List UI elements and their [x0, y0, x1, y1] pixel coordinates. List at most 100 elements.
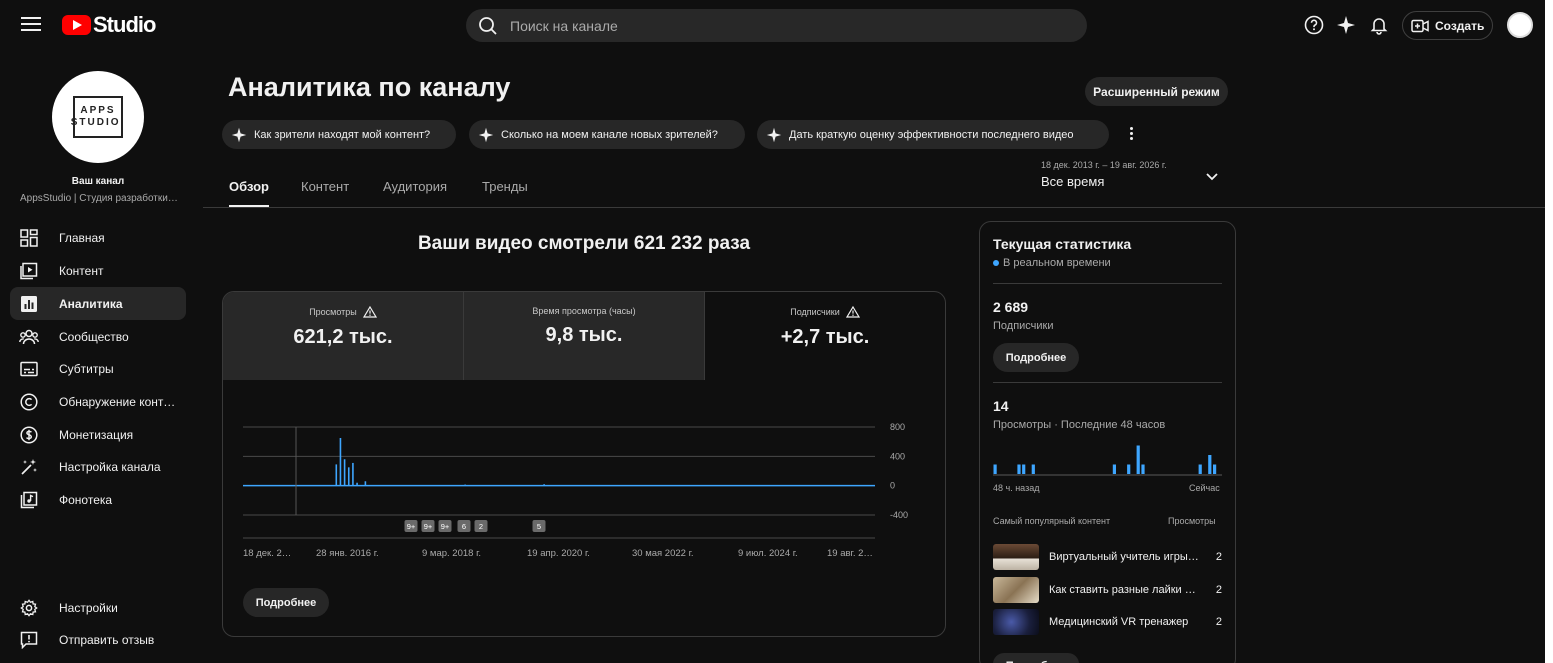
window-edge	[1545, 0, 1553, 663]
y-tick-label: 0	[890, 481, 895, 491]
timeline-marker-label: 9+	[424, 522, 433, 531]
timeline-marker-label: 2	[479, 522, 483, 531]
sidebar-item-audio-library[interactable]: Фонотека	[10, 483, 186, 516]
x-tick-label: 9 июл. 2024 г.	[738, 548, 798, 559]
page-title: Аналитика по каналу	[228, 72, 511, 102]
metric-subscribers[interactable]: Подписчики +2,7 тыс.	[705, 292, 945, 380]
sidebar-item-label: Фонотека	[59, 492, 113, 507]
audio-library-icon	[19, 490, 39, 510]
tab-content[interactable]: Контент	[301, 179, 349, 207]
metric-label: Просмотры	[309, 307, 357, 317]
metric-value: +2,7 тыс.	[780, 326, 870, 348]
realtime-title: Текущая статистика	[993, 236, 1132, 252]
sidebar-item-label: Контент	[59, 263, 104, 278]
community-icon	[19, 327, 39, 347]
channel-logo: APPS STUDIO.	[71, 96, 123, 138]
y-tick-label: -400	[890, 510, 908, 520]
realtime-bar	[993, 464, 997, 474]
create-button[interactable]: Создать	[1402, 11, 1493, 40]
sidebar-item-content[interactable]: Контент	[10, 254, 186, 287]
tab-trends[interactable]: Тренды	[482, 179, 528, 207]
sidebar-item-label: Обнаружение контента	[59, 394, 181, 409]
realtime-live-indicator: В реальном времени	[993, 257, 1111, 269]
sidebar-item-subtitles[interactable]: Субтитры	[10, 352, 186, 385]
overview-more-button[interactable]: Подробнее	[243, 588, 329, 617]
realtime-axis-right: Сейчас	[1189, 483, 1220, 493]
metric-watch-time[interactable]: Время просмотра (часы) 9,8 тыс.	[464, 292, 705, 380]
help-icon[interactable]	[1303, 14, 1325, 36]
top-content-item[interactable]: Виртуальный учитель игры на фортепиано 2	[993, 543, 1222, 571]
youtube-studio-logo[interactable]: Studio	[62, 12, 156, 37]
metric-value: 621,2 тыс.	[293, 326, 393, 348]
sidebar-item-label: Отправить отзыв	[59, 632, 155, 647]
realtime-bar	[1112, 464, 1116, 474]
logo-text: Studio	[93, 12, 156, 37]
tab-audience[interactable]: Аудитория	[383, 179, 447, 207]
realtime-views-value: 14	[993, 398, 1009, 414]
top-content-item[interactable]: Как ставить разные лайки в Facebook 2	[993, 576, 1222, 604]
sidebar-item-customization[interactable]: Настройка канала	[10, 450, 186, 483]
create-label: Создать	[1435, 18, 1485, 33]
sidebar-item-monetization[interactable]: Монетизация	[10, 418, 186, 451]
channel-logo-line1: APPS	[80, 105, 116, 116]
warning-icon	[845, 306, 860, 318]
realtime-axis-left: 48 ч. назад	[993, 483, 1040, 493]
suggestion-chip-discovery[interactable]: Как зрители находят мой контент?	[222, 120, 456, 149]
menu-icon[interactable]	[20, 14, 42, 36]
youtube-play-icon	[62, 15, 91, 35]
sidebar-item-analytics[interactable]: Аналитика	[10, 287, 186, 320]
sidebar: APPS STUDIO. Ваш канал AppsStudio | Студ…	[0, 52, 202, 663]
date-range-selector[interactable]: 18 дек. 2013 г. – 19 авг. 2026 г. Все вр…	[1041, 160, 1231, 198]
account-avatar[interactable]	[1507, 12, 1533, 38]
metric-label: Время просмотра (часы)	[532, 306, 636, 316]
channel-avatar[interactable]: APPS STUDIO.	[52, 71, 144, 163]
divider	[993, 283, 1222, 284]
suggestion-chip-new-viewers[interactable]: Сколько на моем канале новых зрителей?	[469, 120, 745, 149]
realtime-bar	[1136, 445, 1140, 474]
realtime-views-chart[interactable]	[993, 440, 1222, 476]
create-video-icon	[1411, 19, 1429, 32]
suggestion-chip-label: Дать краткую оценку эффективности послед…	[789, 128, 1074, 141]
sidebar-item-label: Аналитика	[59, 296, 123, 311]
y-tick-label: 400	[890, 451, 905, 461]
sidebar-item-feedback[interactable]: Отправить отзыв	[10, 623, 186, 656]
settings-icon	[19, 598, 39, 618]
top-content-views: 2	[1215, 584, 1222, 596]
top-content-views: 2	[1215, 616, 1222, 628]
sidebar-item-settings[interactable]: Настройки	[10, 591, 186, 624]
subs-more-button[interactable]: Подробнее	[993, 343, 1079, 372]
search-input[interactable]	[510, 17, 1050, 34]
top-content-more-button[interactable]: Подробнее	[993, 653, 1079, 663]
notifications-bell-icon[interactable]	[1368, 14, 1390, 36]
sparkle-icon[interactable]	[1335, 14, 1357, 36]
x-tick-label: 19 авг. 2…	[827, 548, 873, 559]
realtime-subs-value: 2 689	[993, 299, 1029, 315]
tab-overview[interactable]: Обзор	[229, 179, 269, 207]
realtime-bar	[1127, 464, 1131, 474]
sparkle-icon	[478, 127, 494, 142]
analytics-tabs: Обзор Контент Аудитория Тренды	[203, 166, 1545, 208]
y-tick-label: 800	[890, 422, 905, 432]
sidebar-item-dashboard[interactable]: Главная	[10, 221, 186, 254]
sidebar-item-label: Настройка канала	[59, 459, 161, 474]
top-content-header: Самый популярный контент	[993, 516, 1111, 526]
metric-label: Подписчики	[790, 307, 840, 317]
views-chart[interactable]: 800 400 0 -400 9+ 9+ 9+ 6 2 5 18 дек. 2… 28 янв. 20…	[223, 380, 945, 570]
sidebar-item-community[interactable]: Сообщество	[10, 320, 186, 353]
top-content-item[interactable]: Медицинский VR тренажер 2	[993, 608, 1222, 636]
metric-views[interactable]: Просмотры 621,2 тыс.	[223, 292, 464, 380]
sidebar-item-label: Монетизация	[59, 427, 134, 442]
sidebar-item-copyright[interactable]: Обнаружение контента	[10, 385, 186, 418]
x-tick-label: 30 мая 2022 г.	[632, 548, 694, 559]
realtime-bar	[1198, 464, 1202, 474]
advanced-mode-button[interactable]: Расширенный режим	[1085, 77, 1228, 106]
realtime-live-label: В реальном времени	[1003, 257, 1111, 269]
more-options-icon[interactable]	[1124, 122, 1138, 144]
dashboard-icon	[19, 228, 39, 248]
top-content-views-header: Просмотры	[1168, 516, 1216, 526]
realtime-bar	[1022, 464, 1026, 474]
x-tick-label: 18 дек. 2…	[243, 548, 291, 559]
search-bar[interactable]	[466, 9, 1087, 42]
suggestion-chip-last-video[interactable]: Дать краткую оценку эффективности послед…	[757, 120, 1109, 149]
overview-card: Просмотры 621,2 тыс. Время просмотра (ча…	[222, 291, 946, 637]
